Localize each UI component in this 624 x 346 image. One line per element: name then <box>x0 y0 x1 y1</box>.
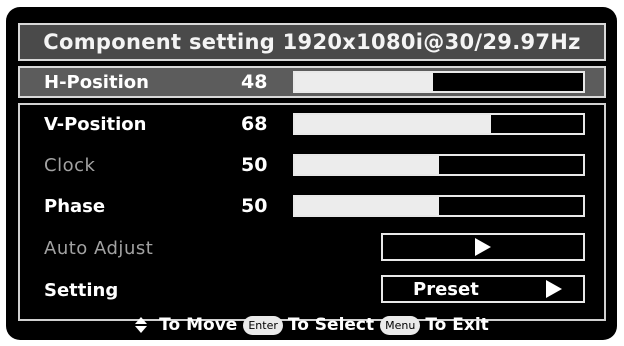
row-value: 50 <box>241 195 268 217</box>
row-label: Phase <box>44 195 106 217</box>
menu-title: Component setting 1920x1080i@30/29.97Hz <box>18 23 606 61</box>
menu-row-auto-adjust[interactable]: Auto Adjust <box>0 228 624 268</box>
footer-hints: To Move Enter To Select Menu To Exit <box>0 311 624 339</box>
row-value: 48 <box>241 71 268 93</box>
slider-fill <box>295 197 439 215</box>
up-down-arrows-icon <box>135 317 148 333</box>
setting-selector[interactable]: Preset <box>381 275 585 303</box>
menu-row-clock[interactable]: Clock 50 <box>0 145 624 185</box>
auto-adjust-button[interactable] <box>381 233 585 261</box>
row-label: Clock <box>44 154 96 176</box>
menu-row-h-position[interactable]: H-Position 48 <box>0 62 624 102</box>
play-arrow-icon <box>546 280 562 298</box>
setting-option: Preset <box>413 278 479 300</box>
clock-slider[interactable] <box>293 154 585 176</box>
row-label: V-Position <box>44 113 147 135</box>
menu-row-phase[interactable]: Phase 50 <box>0 186 624 226</box>
menu-row-v-position[interactable]: V-Position 68 <box>0 104 624 144</box>
slider-fill <box>295 156 439 174</box>
enter-key-icon: Enter <box>243 315 283 335</box>
menu-row-setting[interactable]: Setting Preset <box>0 270 624 310</box>
slider-fill <box>295 73 434 91</box>
row-label: H-Position <box>44 71 149 93</box>
h-position-slider[interactable] <box>293 71 585 93</box>
row-value: 68 <box>241 113 268 135</box>
move-hint: To Move <box>159 315 238 335</box>
phase-slider[interactable] <box>293 195 585 217</box>
select-hint: To Select <box>287 315 375 335</box>
slider-fill <box>295 115 491 133</box>
row-value: 50 <box>241 154 268 176</box>
menu-key-icon: Menu <box>380 315 421 335</box>
v-position-slider[interactable] <box>293 113 585 135</box>
row-label: Auto Adjust <box>44 237 154 259</box>
play-arrow-icon <box>475 238 491 256</box>
row-label: Setting <box>44 279 119 301</box>
exit-hint: To Exit <box>425 315 489 335</box>
